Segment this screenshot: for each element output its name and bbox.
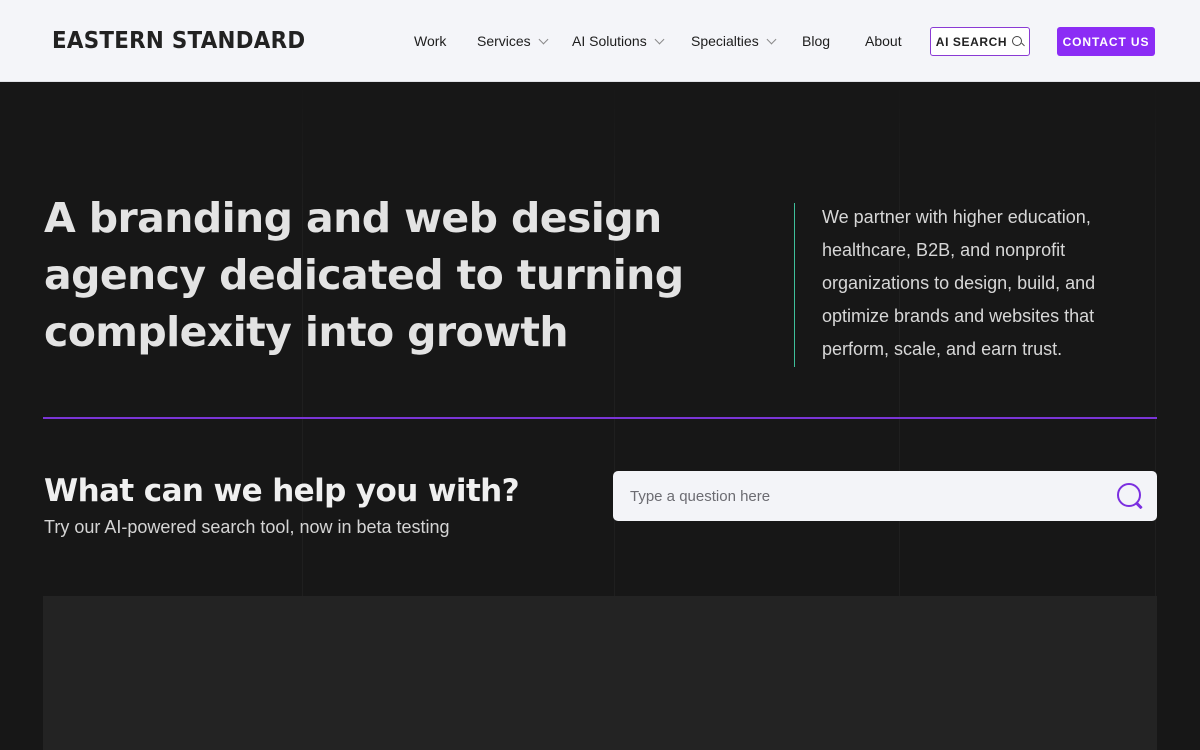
help-subtitle: Try our AI-powered search tool, now in b…	[44, 517, 450, 537]
ai-search-box	[613, 471, 1157, 521]
nav-item-specialties[interactable]: Specialties	[691, 28, 777, 54]
hero-divider	[794, 203, 795, 367]
nav-item-label: Services	[477, 33, 531, 49]
ai-search-input[interactable]	[613, 471, 1115, 521]
nav-item-label: Specialties	[691, 33, 759, 49]
nav-item-about[interactable]: About	[865, 28, 902, 54]
nav-item-label: Work	[414, 33, 447, 49]
hero-description: We partner with higher education, health…	[822, 207, 1096, 359]
hero-title: A branding and web design agency dedicat…	[44, 194, 684, 356]
nav-item-services[interactable]: Services	[477, 28, 549, 54]
contact-us-button[interactable]: CONTACT US	[1057, 27, 1155, 56]
nav-item-blog[interactable]: Blog	[802, 28, 830, 54]
search-icon	[1012, 35, 1024, 48]
ai-search-label: AI SEARCH	[935, 34, 1008, 49]
nav-item-label: Blog	[802, 33, 831, 49]
section-divider	[43, 417, 1157, 419]
nav-item-ai-solutions[interactable]: AI Solutions	[572, 28, 665, 54]
media-panel	[43, 596, 1157, 750]
help-title: What can we help you with?	[44, 473, 520, 509]
nav-item-label: About	[865, 33, 902, 49]
ai-search-button[interactable]: AI SEARCH	[930, 27, 1030, 56]
chevron-down-icon	[654, 34, 665, 44]
nav-item-work[interactable]: Work	[414, 28, 446, 54]
search-icon[interactable]	[1115, 481, 1145, 511]
chevron-down-icon	[538, 34, 549, 44]
site-header: EASTERN STANDARD Work Services AI Soluti…	[0, 0, 1200, 82]
chevron-down-icon	[766, 34, 777, 44]
nav-item-label: AI Solutions	[572, 33, 647, 49]
